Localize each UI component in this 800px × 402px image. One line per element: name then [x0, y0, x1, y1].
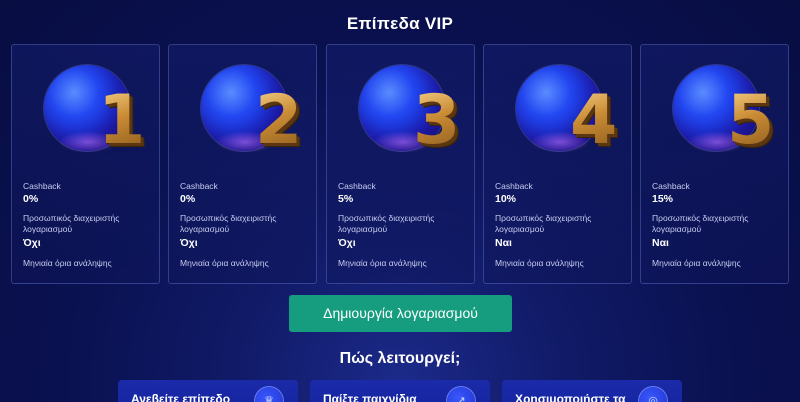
level-number: 4 [570, 81, 618, 160]
how-it-works-title: Πώς λειτουργεί; [339, 350, 461, 367]
manager-label: Προσωπικός διαχειριστής λογαριασμού [338, 213, 435, 234]
level-number: 5 [727, 81, 775, 160]
cashback-value: 0% [23, 193, 39, 205]
manager-label: Προσωπικός διαχειριστής λογαριασμού [23, 213, 120, 234]
cashback-label: Cashback [338, 181, 376, 191]
manager-value: Όχι [23, 237, 41, 249]
limits-label: Μηνιαία όρια ανάληψης [652, 258, 741, 268]
step-card-use-them[interactable]: Χρησιμοποιήστε τα ◎ [502, 380, 682, 402]
cashback-label: Cashback [652, 181, 690, 191]
vip-level-card-1: 1 Cashback 0% Προσωπικός διαχειριστής λο… [11, 44, 160, 284]
cashback-value: 15% [652, 193, 674, 205]
vip-levels: 1 Cashback 0% Προσωπικός διαχειριστής λο… [11, 44, 793, 284]
cashback-value: 10% [495, 193, 517, 205]
step-card-level-up[interactable]: Ανεβείτε επίπεδο ♛ [118, 380, 298, 402]
cashback-label: Cashback [495, 181, 533, 191]
level-badge: 5 [669, 61, 774, 171]
limits-label: Μηνιαία όρια ανάληψης [338, 258, 427, 268]
page-title: Επίπεδα VIP [346, 14, 454, 33]
manager-label: Προσωπικός διαχειριστής λογαριασμού [495, 213, 592, 234]
level-badge: 1 [40, 61, 145, 171]
vip-level-card-5: 5 Cashback 15% Προσωπικός διαχειριστής λ… [640, 44, 789, 284]
manager-value: Όχι [338, 237, 356, 249]
limits-label: Μηνιαία όρια ανάληψης [495, 258, 584, 268]
create-account-button[interactable]: Δημιουργία λογαριασμού [289, 295, 512, 332]
step-card-play-games[interactable]: Παίξτε παιχνίδια ↗ [310, 380, 490, 402]
cashback-value: 0% [180, 193, 196, 205]
limits-label: Μηνιαία όρια ανάληψης [23, 258, 112, 268]
step-label: Ανεβείτε επίπεδο [131, 392, 231, 402]
manager-value: Όχι [180, 237, 198, 249]
limits-label: Μηνιαία όρια ανάληψης [180, 258, 269, 268]
step-label: Χρησιμοποιήστε τα [515, 392, 626, 402]
coin-icon: ◎ [638, 386, 668, 402]
vip-level-card-2: 2 Cashback 0% Προσωπικός διαχειριστής λο… [168, 44, 317, 284]
vip-level-card-4: 4 Cashback 10% Προσωπικός διαχειριστής λ… [483, 44, 632, 284]
manager-value: Ναι [495, 237, 512, 249]
level-badge: 4 [512, 61, 617, 171]
cashback-label: Cashback [180, 181, 218, 191]
level-number: 1 [98, 81, 146, 160]
level-badge: 2 [197, 61, 302, 171]
step-label: Παίξτε παιχνίδια [323, 392, 417, 402]
level-number: 3 [413, 81, 461, 160]
crown-icon: ♛ [254, 386, 284, 402]
arrow-icon: ↗ [446, 386, 476, 402]
level-number: 2 [255, 81, 303, 160]
vip-level-card-3: 3 Cashback 5% Προσωπικός διαχειριστής λο… [326, 44, 475, 284]
cashback-label: Cashback [23, 181, 61, 191]
manager-value: Ναι [652, 237, 669, 249]
manager-label: Προσωπικός διαχειριστής λογαριασμού [652, 213, 749, 234]
manager-label: Προσωπικός διαχειριστής λογαριασμού [180, 213, 277, 234]
cashback-value: 5% [338, 193, 354, 205]
level-badge: 3 [355, 61, 460, 171]
